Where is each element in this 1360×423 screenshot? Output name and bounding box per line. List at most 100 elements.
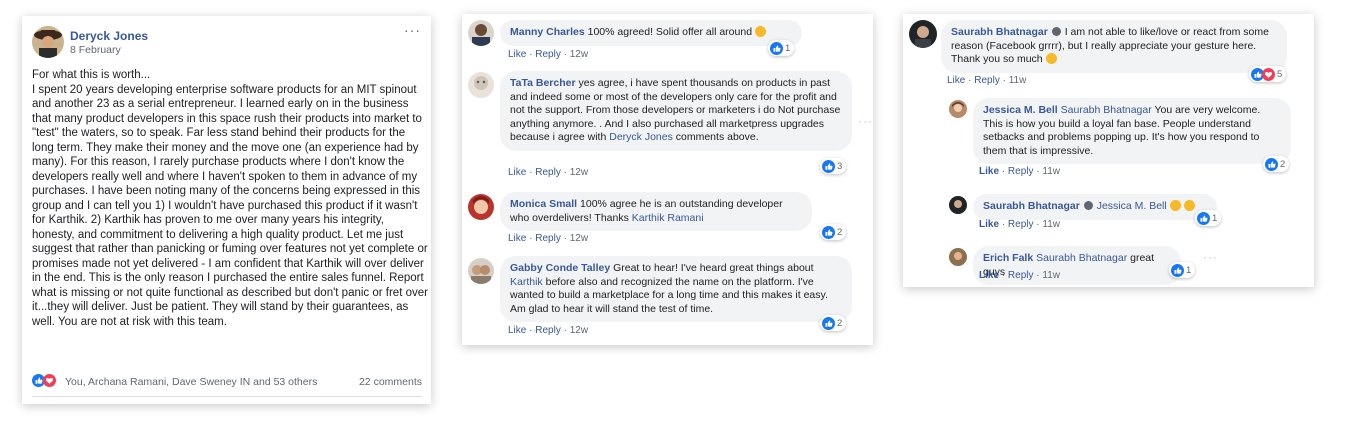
comment-author-link[interactable]: Saurabh Bhatnagar (951, 26, 1048, 38)
reaction-count-value: 1 (785, 43, 791, 54)
like-button[interactable]: Like (508, 233, 526, 244)
reply-button[interactable]: Reply (535, 233, 561, 244)
mention-link[interactable]: Jessica M. Bell (1097, 200, 1167, 212)
like-button[interactable]: Like (508, 49, 526, 60)
mention-link[interactable]: Deryck Jones (609, 131, 673, 143)
comment-text: 100% agreed! Solid offer all around (584, 26, 755, 38)
comment-timestamp[interactable]: 12w (570, 167, 588, 178)
like-reaction-icon (822, 226, 835, 239)
reaction-count-value: 1 (1212, 213, 1218, 224)
comment-actions: Like · Reply · 12w (508, 233, 588, 244)
comment-timestamp[interactable]: 11w (1042, 270, 1060, 281)
like-button[interactable]: Like (947, 75, 965, 86)
post-footer-divider (32, 396, 422, 397)
comment-reaction-count[interactable]: 1 (1195, 210, 1222, 226)
avatar-jessica-m-bell[interactable] (949, 100, 967, 118)
like-reaction-icon (822, 160, 835, 173)
love-reaction-icon (43, 374, 56, 387)
like-button[interactable]: Like (979, 166, 999, 177)
like-button[interactable]: Like (979, 270, 999, 281)
reply-bubble: Saurabh Bhatnagar Jessica M. Bell (973, 194, 1217, 220)
mention-link[interactable]: Karthik Ramani (632, 212, 704, 224)
admin-badge-icon (1083, 201, 1093, 210)
reaction-count-value: 1 (1186, 265, 1192, 276)
comment-reaction-count[interactable]: 1 (1169, 262, 1196, 278)
avatar-monica-small[interactable] (468, 194, 494, 220)
smile-emoji-icon (1169, 200, 1181, 211)
reaction-count-value: 2 (837, 227, 843, 238)
separator: · (965, 75, 975, 86)
comment-actions: Like · Reply · 12w (508, 49, 588, 60)
reply-button[interactable]: Reply (1008, 166, 1034, 177)
reply-bubble: Jessica M. Bell Saurabh Bhatnagar You ar… (973, 98, 1291, 164)
comment-actions: Like · Reply · 11w (947, 75, 1026, 86)
comment-reaction-count[interactable]: 2 (1263, 156, 1290, 172)
comment-timestamp[interactable]: 11w (1042, 166, 1060, 177)
reply-button[interactable]: Reply (535, 325, 561, 336)
reply-button[interactable]: Reply (535, 167, 561, 178)
reply-button[interactable]: Reply (974, 75, 1000, 86)
separator: · (999, 219, 1008, 230)
mention-link[interactable]: Karthik (510, 276, 543, 288)
like-button[interactable]: Like (508, 325, 526, 336)
comment-bubble: Saurabh Bhatnagar I am not able to like/… (941, 20, 1287, 73)
admin-badge-icon (1051, 27, 1061, 36)
reply-button[interactable]: Reply (1008, 219, 1034, 230)
comment-timestamp[interactable]: 12w (570, 233, 588, 244)
avatar-gabby-conde-talley[interactable] (468, 258, 494, 284)
comment-author-link[interactable]: TaTa Bercher (510, 77, 576, 89)
mention-link[interactable]: Saurabh Bhatnagar (1036, 252, 1127, 264)
clapping-emoji-icon (754, 26, 766, 37)
comment-author-link[interactable]: Gabby Conde Talley (510, 262, 610, 274)
avatar-deryck-jones[interactable] (32, 26, 64, 58)
avatar-saurabh-bhatnagar-small[interactable] (949, 196, 967, 214)
comment-bubble: Gabby Conde Talley Great to hear! I've h… (500, 256, 852, 322)
comment-actions: Like · Reply · 11w (979, 166, 1060, 177)
comment-author-link[interactable]: Saurabh Bhatnagar (983, 200, 1080, 212)
like-reaction-icon (1197, 212, 1210, 225)
comment-reaction-count[interactable]: 3 (820, 158, 847, 174)
comment-timestamp[interactable]: 11w (1042, 219, 1060, 230)
separator: · (560, 233, 570, 244)
post-reaction-icons[interactable] (32, 374, 56, 390)
comment-reaction-count[interactable]: 2 (820, 224, 847, 240)
avatar-saurabh-bhatnagar[interactable] (909, 20, 937, 48)
comment-timestamp[interactable]: 12w (570, 325, 588, 336)
post-comments-count[interactable]: 22 comments (359, 376, 422, 388)
like-button[interactable]: Like (508, 167, 526, 178)
comment-actions: Like · Reply · 12w (508, 167, 588, 178)
comment-author-link[interactable]: Erich Falk (983, 252, 1033, 264)
post-date-link[interactable]: 8 February (70, 44, 121, 56)
reply-button[interactable]: Reply (1008, 270, 1034, 281)
comment-author-link[interactable]: Jessica M. Bell (983, 104, 1058, 116)
post-author-link[interactable]: Deryck Jones (70, 29, 148, 43)
post-more-options-icon[interactable]: ··· (404, 22, 421, 38)
comment-reaction-count[interactable]: 5 (1249, 66, 1287, 82)
comments-panel-right: Saurabh Bhatnagar I am not able to like/… (903, 14, 1314, 287)
comments-panel-middle: Manny Charles 100% agreed! Solid offer a… (462, 14, 873, 345)
comment-timestamp[interactable]: 12w (570, 49, 588, 60)
post-body-text: For what this is worth... I spent 20 yea… (32, 69, 428, 328)
comment-more-options-icon[interactable]: ··· (858, 114, 873, 128)
like-button[interactable]: Like (979, 219, 999, 230)
comment-text: Great to hear! I've heard great things a… (610, 262, 814, 274)
mention-link[interactable]: Saurabh Bhatnagar (1061, 104, 1152, 116)
separator: · (560, 49, 570, 60)
avatar-tata-bercher[interactable] (468, 72, 494, 98)
comment-reaction-count[interactable]: 1 (768, 40, 795, 56)
post-reactions-names[interactable]: You, Archana Ramani, Dave Sweney IN and … (65, 376, 317, 388)
like-reaction-icon (1265, 158, 1278, 171)
comment-text-continued: comments above. (672, 131, 759, 143)
comment-text-continued: before also and recognized the name on t… (510, 275, 828, 315)
comment-author-link[interactable]: Monica Small (510, 198, 577, 210)
avatar-manny-charles[interactable] (468, 20, 494, 46)
comment-bubble: TaTa Bercher yes agree, i have spent tho… (500, 71, 852, 151)
reply-button[interactable]: Reply (535, 49, 561, 60)
comment-timestamp[interactable]: 11w (1009, 75, 1027, 86)
avatar-erich-falk[interactable] (949, 248, 967, 266)
reaction-count-value: 2 (1280, 159, 1286, 170)
comment-more-options-icon[interactable]: ··· (1203, 250, 1218, 264)
comment-author-link[interactable]: Manny Charles (510, 26, 585, 38)
love-reaction-icon (1262, 68, 1275, 81)
comment-reaction-count[interactable]: 2 (820, 315, 847, 331)
